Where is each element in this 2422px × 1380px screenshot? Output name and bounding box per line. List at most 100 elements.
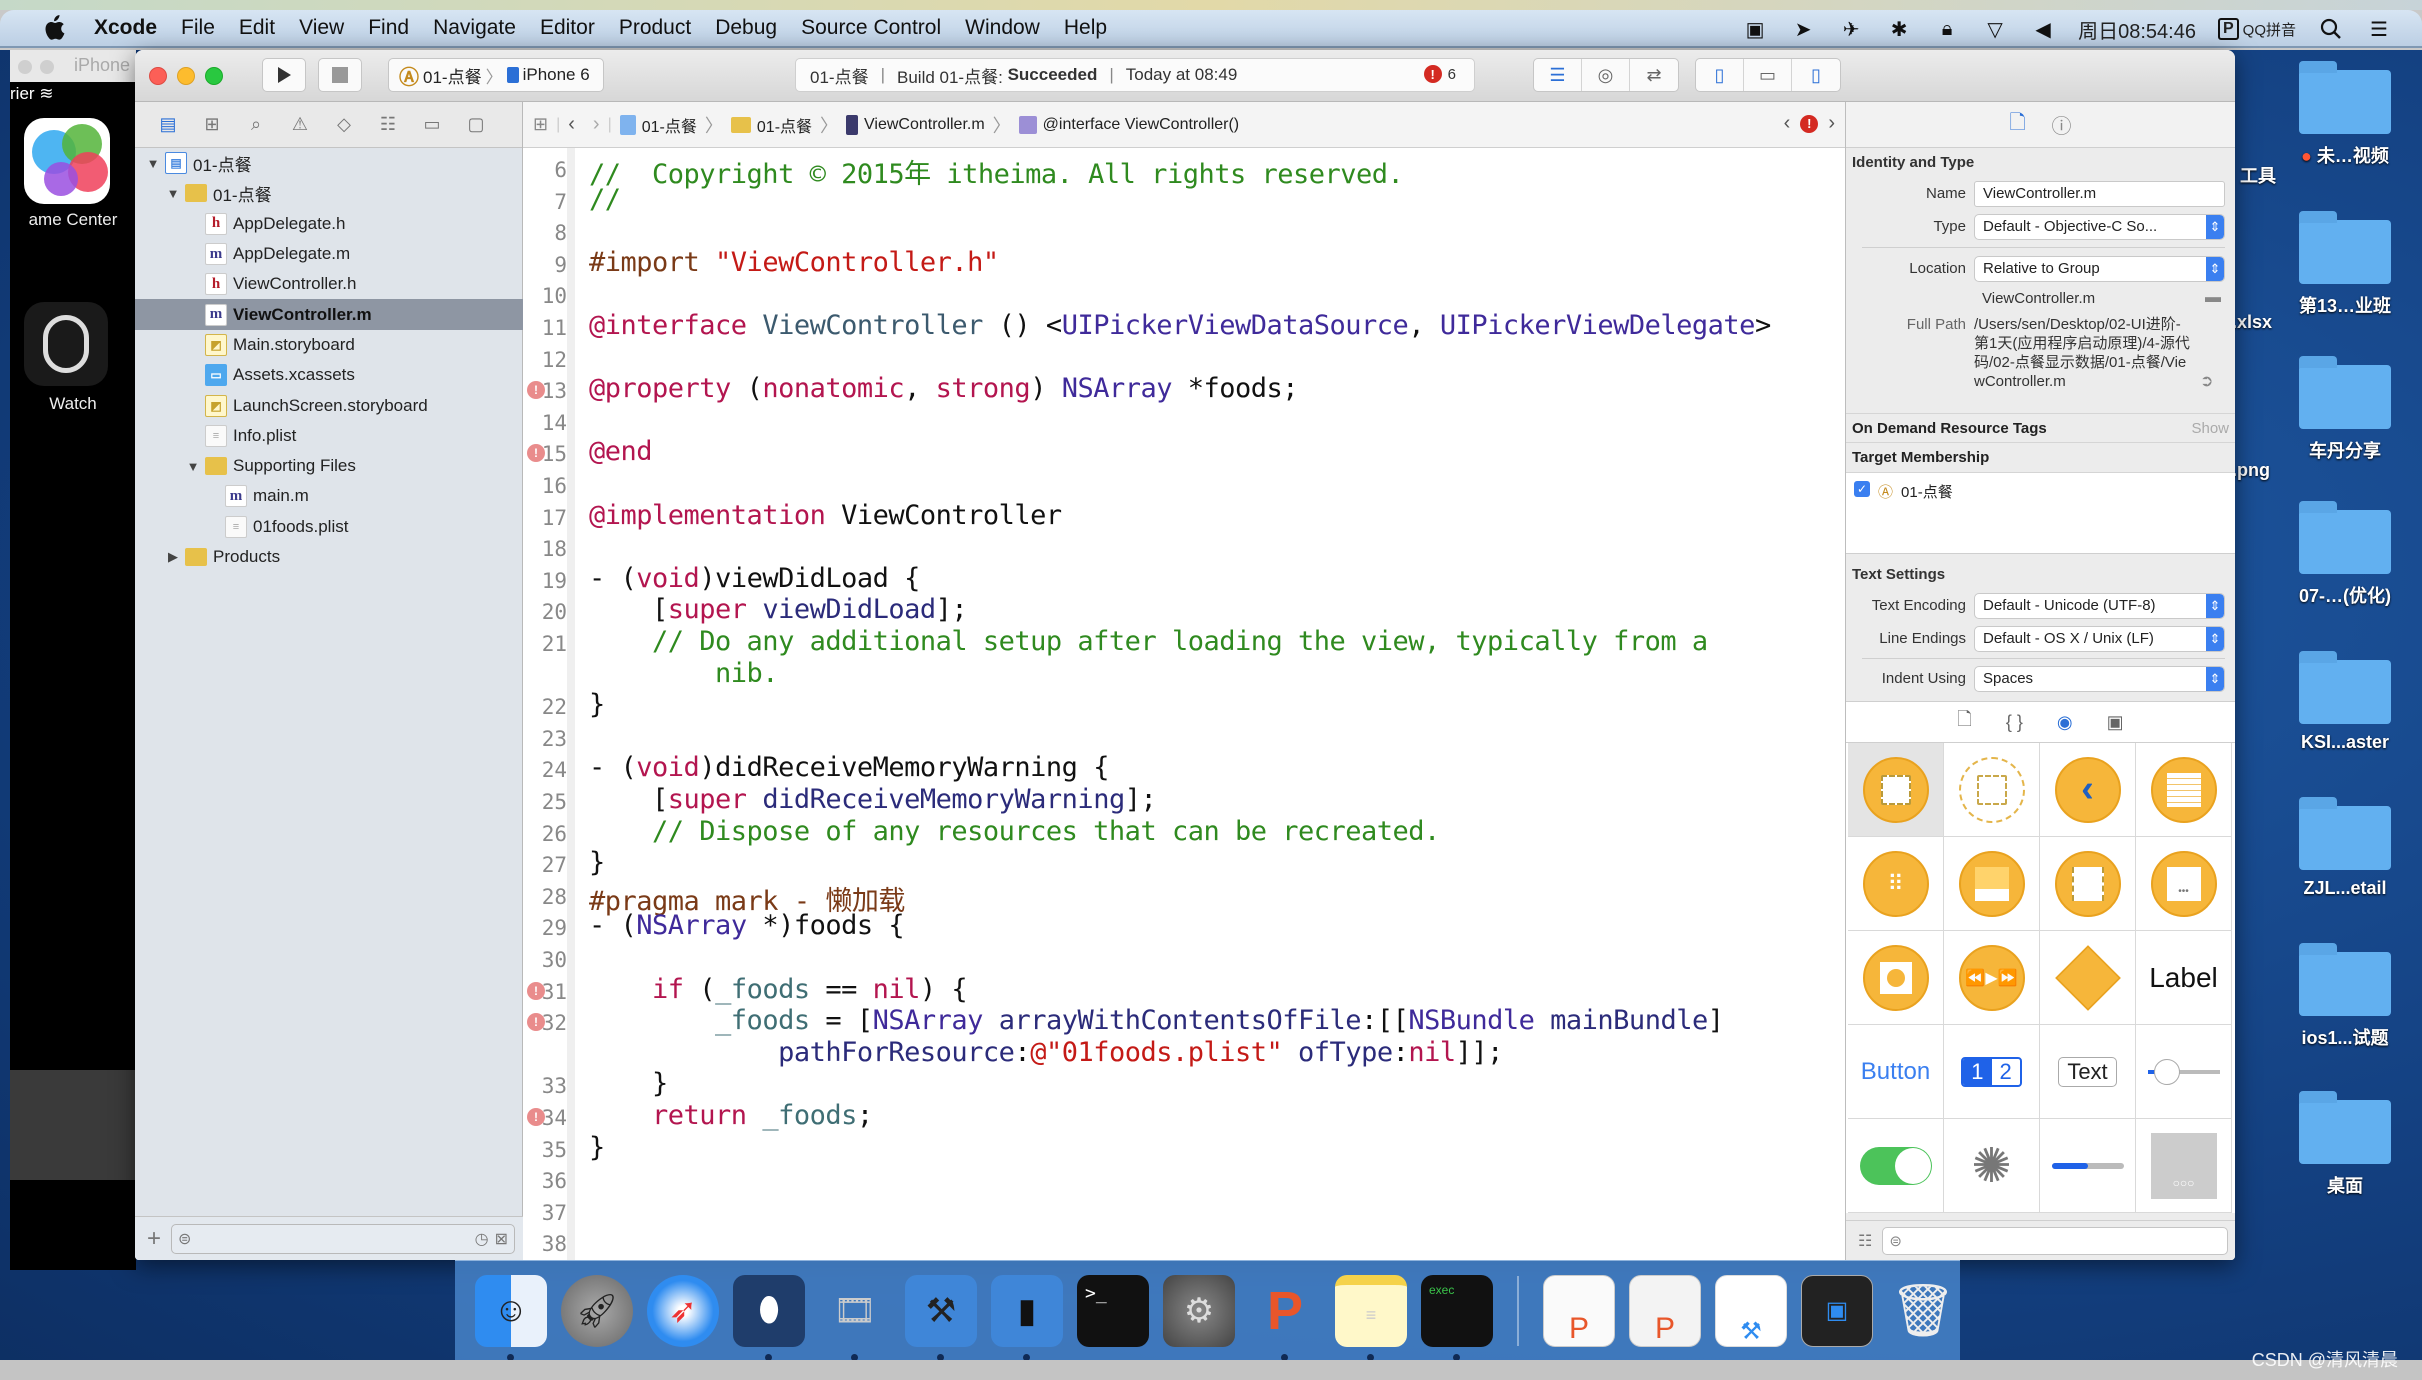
volume-icon[interactable]: ◀ (2030, 16, 2056, 42)
code-line[interactable]: 36 (523, 1163, 1845, 1195)
toggle-utilities-button[interactable]: ▯ (1792, 59, 1840, 91)
file-tree-item[interactable]: m AppDelegate.m (135, 239, 523, 269)
file-tree-item[interactable]: ▶ Products (135, 542, 523, 572)
library-filter-input[interactable]: ⊜ (1882, 1226, 2228, 1255)
next-issue-button[interactable]: › (1828, 112, 1835, 135)
reveal-in-finder-icon[interactable]: ➲ (2200, 371, 2213, 391)
menu-debug[interactable]: Debug (715, 16, 777, 40)
breadcrumb-group[interactable]: 01-点餐 (730, 113, 812, 137)
dock-xcode[interactable]: ⚒ (905, 1274, 977, 1361)
name-field[interactable]: ViewController.m (1974, 180, 2225, 207)
dock-powerpoint[interactable]: P (1249, 1275, 1321, 1361)
code-line[interactable]: 9 #import "ViewController.h" (523, 247, 1845, 279)
library-item-navigation-controller[interactable]: ‹ (2040, 743, 2136, 837)
assistant-editor-button[interactable]: ◎ (1582, 59, 1630, 91)
dock-mouse[interactable]: ⬮ (733, 1274, 805, 1361)
code-line[interactable]: ! 32 _foods = [NSArray arrayWithContentsO… (523, 1005, 1845, 1037)
file-tree-item[interactable]: ≡ Info.plist (135, 421, 523, 451)
code-line[interactable]: 37 (523, 1195, 1845, 1227)
menu-find[interactable]: Find (368, 16, 409, 40)
dock-doc-2[interactable]: P (1629, 1274, 1701, 1347)
menu-source-control[interactable]: Source Control (801, 16, 941, 40)
encoding-select[interactable]: Default - Unicode (UTF-8) (1974, 592, 2225, 619)
type-select[interactable]: Default - Objective-C So... (1974, 213, 2225, 240)
file-tree-item[interactable]: m main.m (135, 481, 523, 511)
code-line[interactable]: 11 @interface ViewController () <UIPicker… (523, 310, 1845, 342)
code-line[interactable]: 14 (523, 405, 1845, 437)
dock-simulator[interactable]: ▮ (991, 1274, 1063, 1361)
code-line[interactable]: 35} (523, 1132, 1845, 1164)
file-tree-item[interactable]: ◩ Main.storyboard (135, 330, 523, 360)
file-tree-item[interactable]: ▼ ▤ 01-点餐 (135, 148, 523, 178)
forward-button[interactable]: › (593, 113, 600, 136)
watch-icon[interactable] (24, 302, 108, 386)
menu-window[interactable]: Window (965, 16, 1040, 40)
symbol-navigator-icon[interactable]: ⊞ (199, 112, 225, 138)
library-item-tab-bar-controller[interactable] (1944, 837, 2040, 931)
code-line[interactable]: 38 (523, 1226, 1845, 1258)
previous-issue-button[interactable]: ‹ (1784, 112, 1791, 135)
code-line[interactable]: 26 // Dispose of any resources that can … (523, 816, 1845, 848)
dock-doc-3[interactable]: ⚒ (1715, 1274, 1787, 1347)
file-tree-item[interactable]: h AppDelegate.h (135, 209, 523, 239)
device-name[interactable]: iPhone 6 (523, 65, 590, 85)
dock-photo-slideshow[interactable]: 🎞︎ (819, 1275, 891, 1361)
stop-button[interactable] (318, 58, 362, 92)
code-line[interactable]: 24 - (void)didReceiveMemoryWarning { (523, 752, 1845, 784)
library-item-text-field[interactable]: Text (2040, 1025, 2136, 1119)
code-line[interactable]: 19 - (void)viewDidLoad { (523, 563, 1845, 595)
error-icon[interactable]: ! (1800, 114, 1819, 133)
menu-file[interactable]: File (181, 16, 215, 40)
folder-icon[interactable]: ▤ (155, 112, 181, 138)
menu-xcode[interactable]: Xcode (94, 16, 157, 40)
breakpoint-icon[interactable]: ▭ (419, 112, 445, 138)
library-item-progress-view[interactable] (2040, 1119, 2136, 1213)
code-line[interactable]: 33 } (523, 1068, 1845, 1100)
airplane-icon[interactable]: ✈ (1838, 16, 1864, 42)
file-tree-item[interactable]: ▭ Assets.xcassets (135, 360, 523, 390)
bluetooth-icon[interactable]: ✱ (1886, 16, 1912, 42)
code-line[interactable]: pathForResource:@"01foods.plist" ofType:… (523, 1037, 1845, 1069)
code-line[interactable]: 7 // (523, 184, 1845, 216)
media-library-icon[interactable]: ▣ (2107, 712, 2124, 733)
code-snippet-icon[interactable]: { } (2006, 712, 2023, 733)
menu-edit[interactable]: Edit (239, 16, 275, 40)
list-view-icon[interactable]: ☷ (1858, 1231, 1872, 1251)
library-item-slider[interactable] (2136, 1025, 2232, 1119)
warning-icon[interactable]: ⚠ (287, 112, 313, 138)
code-line[interactable]: 18 (523, 531, 1845, 563)
code-line[interactable]: 23 (523, 721, 1845, 753)
dock-safari[interactable]: ➶ (647, 1274, 719, 1347)
lock-icon[interactable]: 🔒︎ (1934, 16, 1960, 42)
menu-navigate[interactable]: Navigate (433, 16, 516, 40)
file-tree-item[interactable]: ▼ Supporting Files (135, 451, 523, 481)
toggle-navigator-button[interactable]: ▯ (1696, 59, 1744, 91)
code-line[interactable]: nib. (523, 658, 1845, 690)
desktop-folder[interactable]: 07-…(优化) (2280, 501, 2410, 608)
dock-system-preferences[interactable]: ⚙ (1163, 1274, 1235, 1347)
indent-select[interactable]: Spaces (1974, 665, 2225, 692)
code-line[interactable]: 16 (523, 468, 1845, 500)
sim-window-button[interactable] (40, 60, 54, 74)
target-checkbox[interactable]: ✓ (1854, 481, 1870, 497)
breadcrumb-file[interactable]: ViewController.m (846, 114, 985, 135)
debug-icon[interactable]: ☷ (375, 112, 401, 138)
screen-record-icon[interactable]: ▣ (1742, 16, 1768, 42)
dock-finder[interactable]: ☺ (475, 1274, 547, 1361)
code-line[interactable]: 8 (523, 215, 1845, 247)
code-line[interactable]: ! 31 if (_foods == nil) { (523, 974, 1845, 1006)
desktop-folder[interactable]: ZJL...etail (2280, 797, 2410, 899)
report-icon[interactable]: ▢ (463, 112, 489, 138)
version-editor-button[interactable]: ⇄ (1630, 59, 1678, 91)
desktop-folder[interactable]: ● 未…视频 (2280, 61, 2410, 168)
test-icon[interactable]: ◇ (331, 112, 357, 138)
dock-launchpad[interactable]: 🚀︎ (561, 1274, 633, 1347)
dock-doc-1[interactable]: P (1543, 1274, 1615, 1347)
desktop-folder[interactable]: ios1...试题 (2280, 943, 2410, 1050)
code-line[interactable]: 17 @implementation ViewController (523, 500, 1845, 532)
code-line[interactable]: 21 // Do any additional setup after load… (523, 626, 1845, 658)
run-button[interactable] (262, 58, 306, 92)
desktop-partial-label[interactable]: .xlsx (2232, 312, 2272, 333)
file-tree-item[interactable]: ≡ 01foods.plist (135, 512, 523, 542)
dock-terminal[interactable]: >_ (1077, 1274, 1149, 1347)
